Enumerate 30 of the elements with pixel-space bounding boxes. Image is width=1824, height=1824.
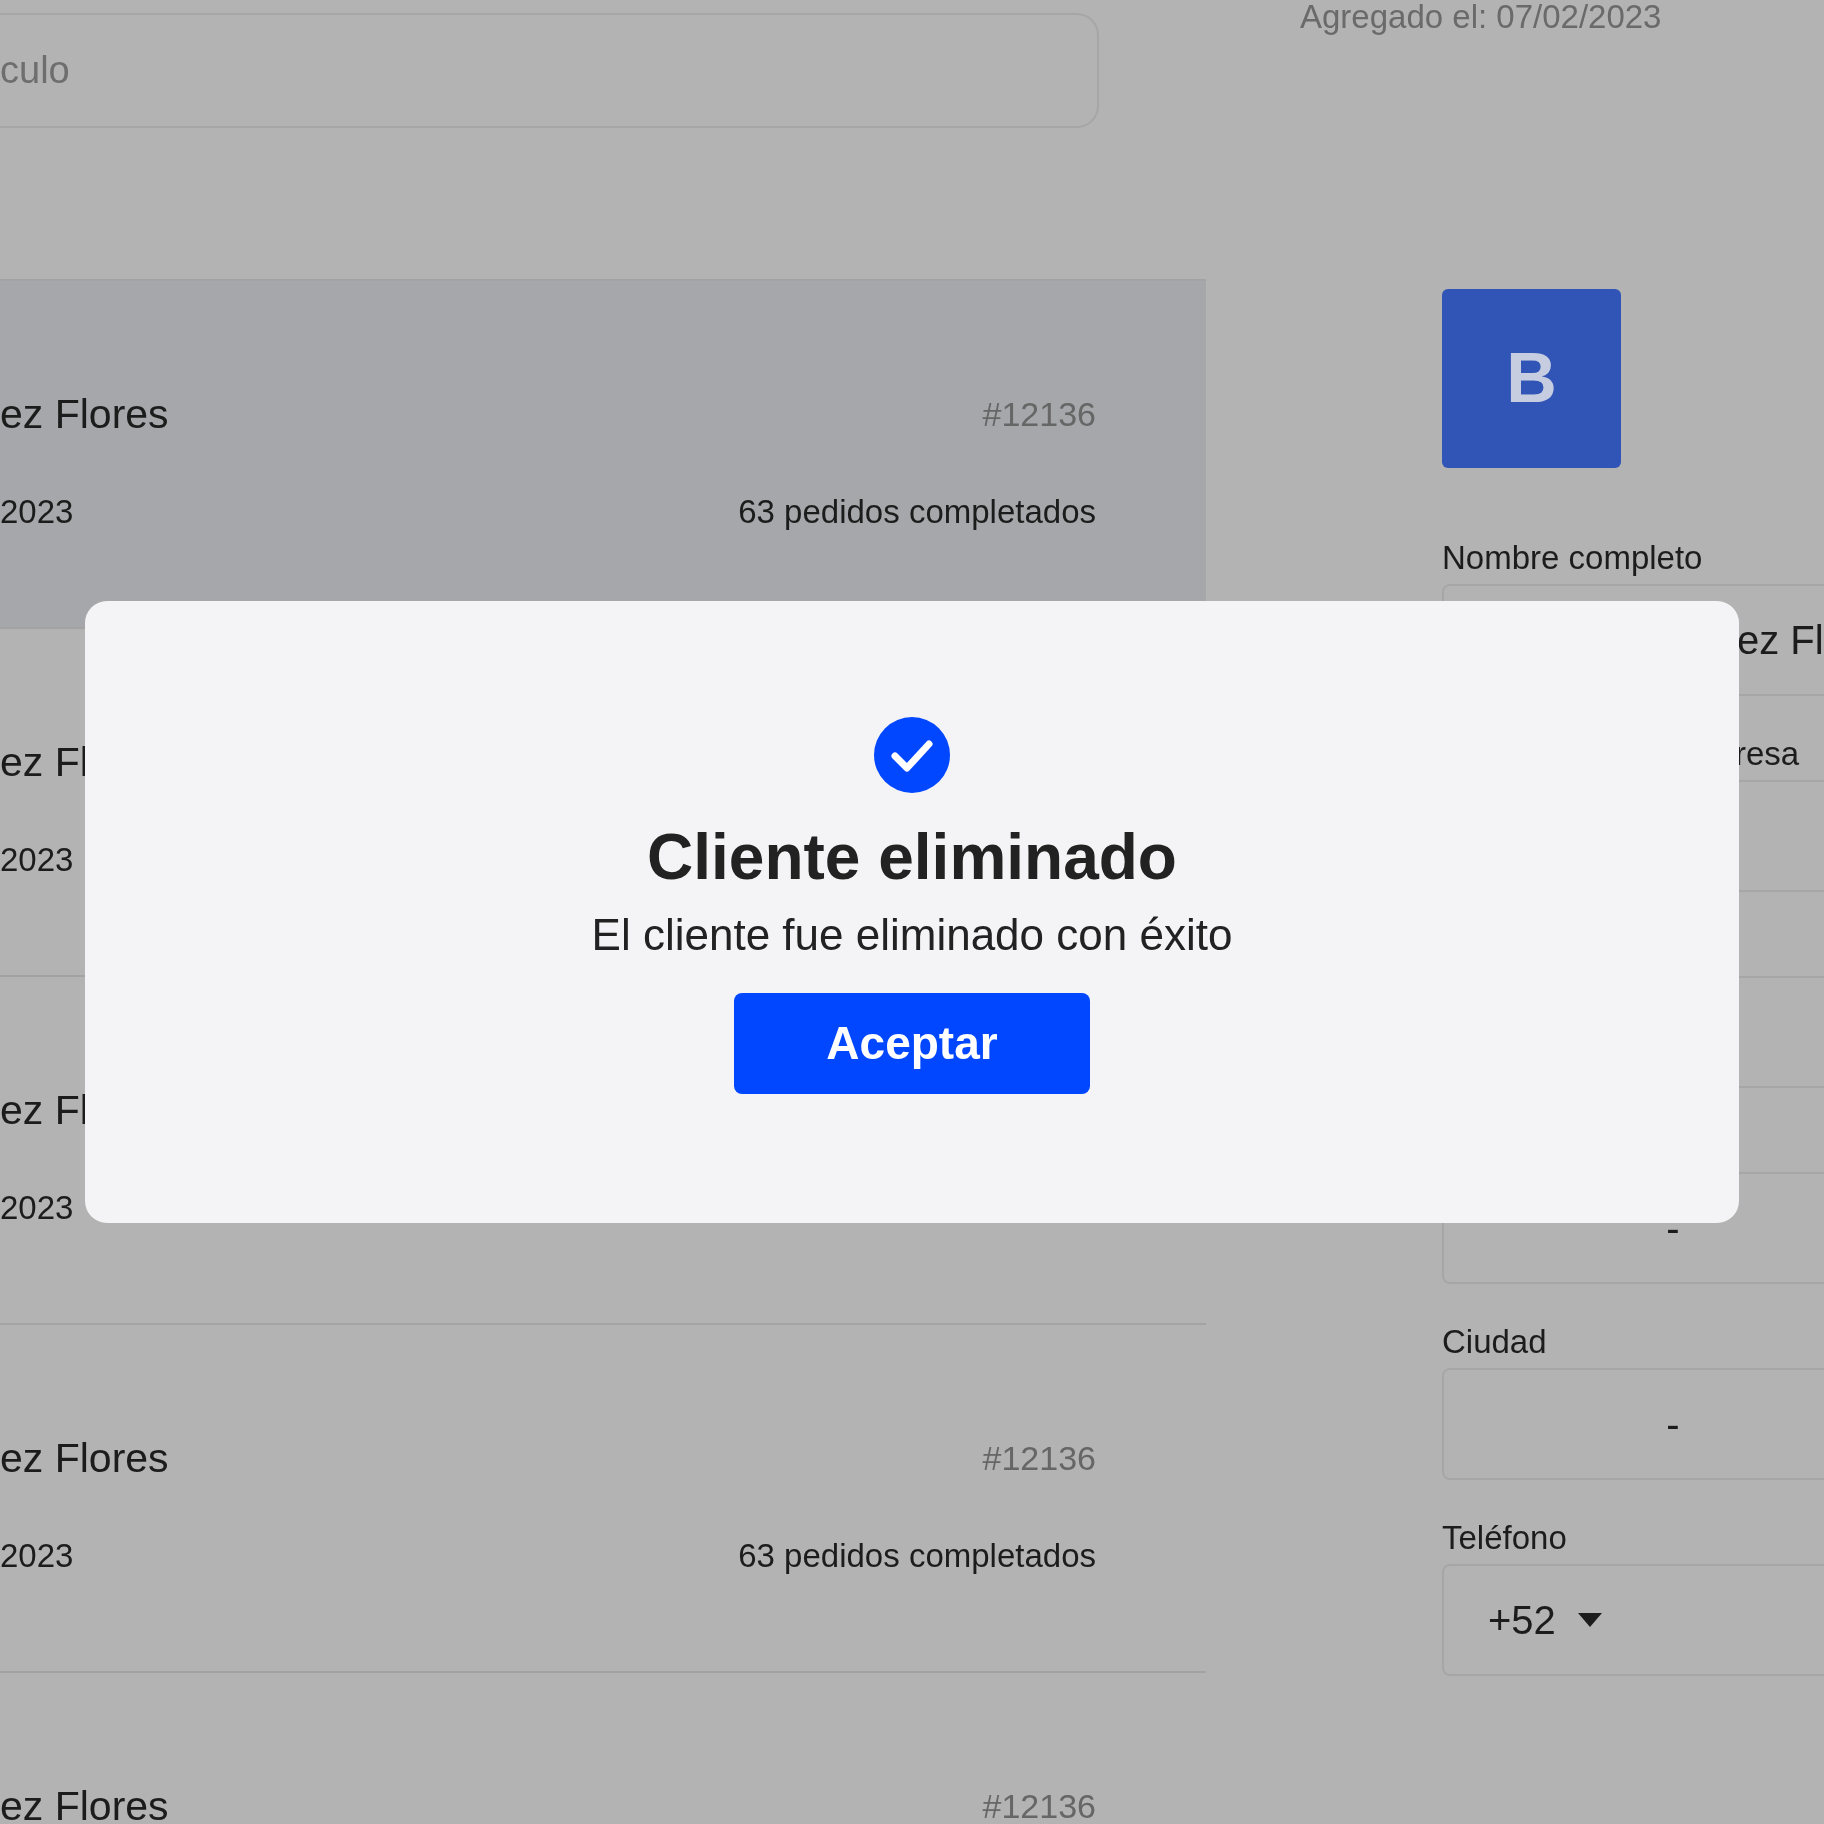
avatar: B <box>1442 289 1621 468</box>
field-value: - <box>1665 1205 1681 1252</box>
field-value: ez Fl <box>1736 617 1824 664</box>
check-circle-icon <box>874 717 950 793</box>
dialog-message: El cliente fue eliminado con éxito <box>591 909 1233 961</box>
field-label: Teléfono <box>1442 1518 1567 1558</box>
added-date: Agregado el: 07/02/2023 <box>1299 0 1663 34</box>
order-number: #12136 <box>982 1438 1096 1479</box>
client-name: ez Flores <box>0 1434 169 1483</box>
client-name: ez Flores <box>0 1782 169 1824</box>
search-field[interactable]: culo <box>0 13 1099 128</box>
field-label: Nombre completo <box>1442 538 1703 578</box>
client-date: 2023 <box>0 492 74 532</box>
caret-icon[interactable] <box>1577 1613 1602 1627</box>
client-date: 2023 <box>0 1536 74 1576</box>
order-number: #12136 <box>982 394 1096 435</box>
country-code[interactable]: +52 <box>1488 1590 1556 1650</box>
client-name: ez Flores <box>0 390 169 439</box>
accept-button[interactable]: Aceptar <box>734 993 1090 1094</box>
completed-orders: 63 pedidos completados <box>738 1536 1096 1576</box>
completed-orders: 63 pedidos completados <box>738 492 1096 532</box>
text-field[interactable]: - <box>1442 1368 1824 1480</box>
client-date: 2023 <box>0 1188 74 1228</box>
client-date: 2023 <box>0 840 74 880</box>
order-number: #12136 <box>982 1786 1096 1824</box>
client-row[interactable]: ez Flores #12136 2023 63 pedidos completados <box>0 279 1206 627</box>
dialog-title: Cliente eliminado <box>647 820 1177 895</box>
field-value: - <box>1665 1401 1681 1448</box>
text-field[interactable]: +52 <box>1442 1564 1824 1676</box>
field-label: Ciudad <box>1442 1322 1547 1362</box>
